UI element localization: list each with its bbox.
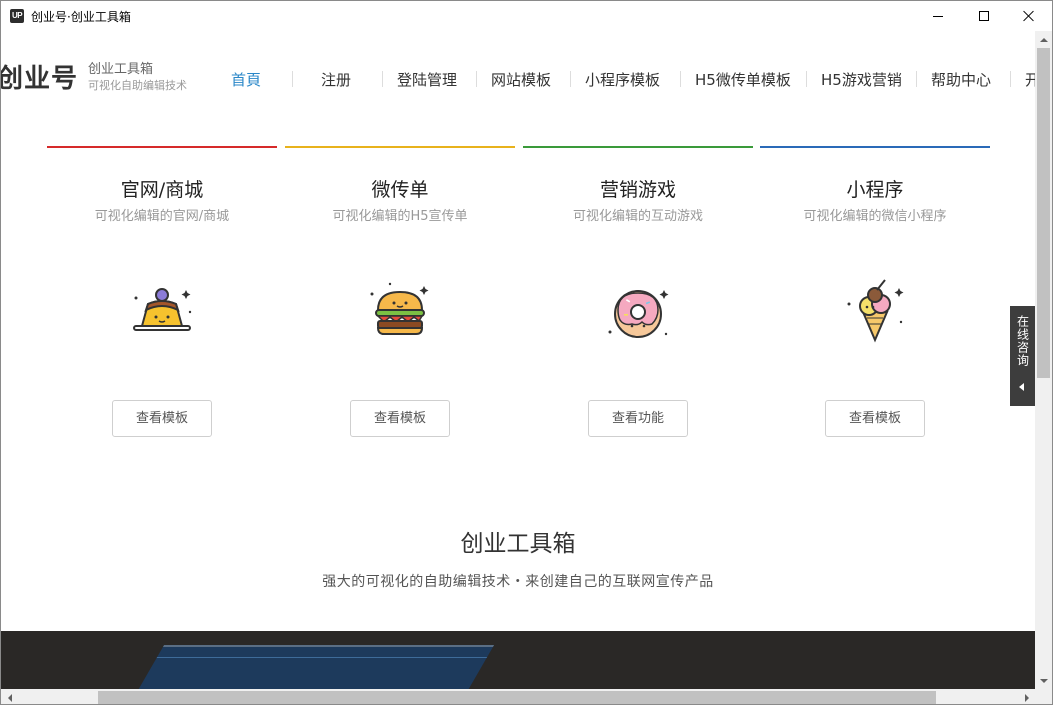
close-button[interactable] xyxy=(1006,1,1052,31)
ice-cream-icon xyxy=(847,279,904,343)
nav-miniprogram-templates[interactable]: 小程序模板 xyxy=(585,69,660,90)
arrow-up-icon xyxy=(1039,37,1048,42)
maximize-button[interactable] xyxy=(961,1,1007,31)
pudding-icon xyxy=(133,288,192,331)
close-icon xyxy=(1023,10,1035,22)
card-accent-bar xyxy=(523,146,753,148)
arrow-left-icon xyxy=(7,693,12,702)
scroll-right-button[interactable] xyxy=(1018,689,1035,704)
view-templates-button[interactable]: 查看模板 xyxy=(350,400,450,437)
site-logo[interactable]: 创业号 xyxy=(1,58,78,95)
consult-label: 在线咨询 xyxy=(1015,315,1030,367)
card-h5-flyer: 微传单 可视化编辑的H5宣传单 查看模板 xyxy=(285,146,515,446)
nav-divider xyxy=(680,71,681,87)
nav-divider xyxy=(1010,71,1011,87)
horizontal-scroll-thumb[interactable] xyxy=(98,691,936,704)
page-viewport: 创业号 创业工具箱 可视化自助编辑技术 首頁 注册 登陆管理 网站模板 小程序模… xyxy=(1,31,1035,689)
nav-h5-game-marketing[interactable]: H5游戏营销 xyxy=(821,69,902,90)
minimize-button[interactable] xyxy=(915,1,961,31)
nav-register[interactable]: 注册 xyxy=(321,69,351,90)
laptop-screen-image xyxy=(117,645,495,689)
collapse-left-icon[interactable] xyxy=(1019,383,1024,391)
horizontal-scrollbar[interactable] xyxy=(1,689,1035,704)
hero-banner-image xyxy=(1,631,1035,689)
card-subtitle: 可视化编辑的官网/商城 xyxy=(94,209,230,224)
browser-window: UP 创业号·创业工具箱 创业号 创业工具箱 可视化自助编辑技术 首頁 注册 登… xyxy=(0,0,1053,705)
scrollbar-corner xyxy=(1035,689,1052,704)
card-accent-bar xyxy=(760,146,990,148)
nav-divider xyxy=(916,71,917,87)
card-title: 小程序 xyxy=(846,179,904,201)
vertical-scroll-thumb[interactable] xyxy=(1037,48,1050,378)
card-accent-bar xyxy=(47,146,277,148)
app-icon: UP xyxy=(10,9,24,23)
view-templates-button[interactable]: 查看模板 xyxy=(825,400,925,437)
nav-divider xyxy=(382,71,383,87)
title-bar: UP 创业号·创业工具箱 xyxy=(1,1,1052,31)
window-title: 创业号·创业工具箱 xyxy=(31,10,131,24)
minimize-icon xyxy=(933,15,943,17)
brand-name: 创业工具箱 xyxy=(88,62,154,77)
brand-slogan: 可视化自助编辑技术 xyxy=(88,79,187,92)
section-title: 创业工具箱 xyxy=(460,531,576,557)
maximize-icon xyxy=(979,11,989,21)
scroll-up-button[interactable] xyxy=(1035,31,1052,48)
view-features-button[interactable]: 查看功能 xyxy=(588,400,688,437)
nav-more[interactable]: 开 xyxy=(1025,69,1035,90)
scroll-left-button[interactable] xyxy=(1,689,18,704)
section-subtitle: 强大的可视化的自助编辑技术・来创建自己的互联网宣传产品 xyxy=(322,574,714,590)
card-marketing-game: 营销游戏 可视化编辑的互动游戏 查看功能 xyxy=(523,146,753,446)
card-subtitle: 可视化编辑的微信小程序 xyxy=(803,209,947,224)
arrow-down-icon xyxy=(1039,678,1048,683)
card-accent-bar xyxy=(285,146,515,148)
nav-divider xyxy=(292,71,293,87)
nav-help-center[interactable]: 帮助中心 xyxy=(931,69,991,90)
card-subtitle: 可视化编辑的互动游戏 xyxy=(572,209,703,224)
vertical-scrollbar[interactable] xyxy=(1035,31,1052,689)
nav-divider xyxy=(570,71,571,87)
online-consult-tab[interactable]: 在线咨询 xyxy=(1010,306,1035,406)
card-title: 微传单 xyxy=(371,179,429,201)
nav-divider xyxy=(806,71,807,87)
donut-icon xyxy=(608,290,669,338)
card-title: 官网/商城 xyxy=(120,179,204,201)
nav-divider xyxy=(476,71,477,87)
nav-login-manage[interactable]: 登陆管理 xyxy=(397,69,457,90)
arrow-right-icon xyxy=(1024,693,1029,702)
card-title: 营销游戏 xyxy=(599,179,676,201)
nav-h5-flyer-templates[interactable]: H5微传单模板 xyxy=(695,69,791,90)
card-website-mall: 官网/商城 可视化编辑的官网/商城 查看模板 xyxy=(47,146,277,446)
card-subtitle: 可视化编辑的H5宣传单 xyxy=(332,209,468,224)
nav-website-templates[interactable]: 网站模板 xyxy=(491,69,551,90)
scroll-down-button[interactable] xyxy=(1035,672,1052,689)
view-templates-button[interactable]: 查看模板 xyxy=(112,400,212,437)
burger-icon xyxy=(370,282,429,335)
card-mini-program: 小程序 可视化编辑的微信小程序 查看模板 xyxy=(760,146,990,446)
nav-home[interactable]: 首頁 xyxy=(231,69,261,90)
